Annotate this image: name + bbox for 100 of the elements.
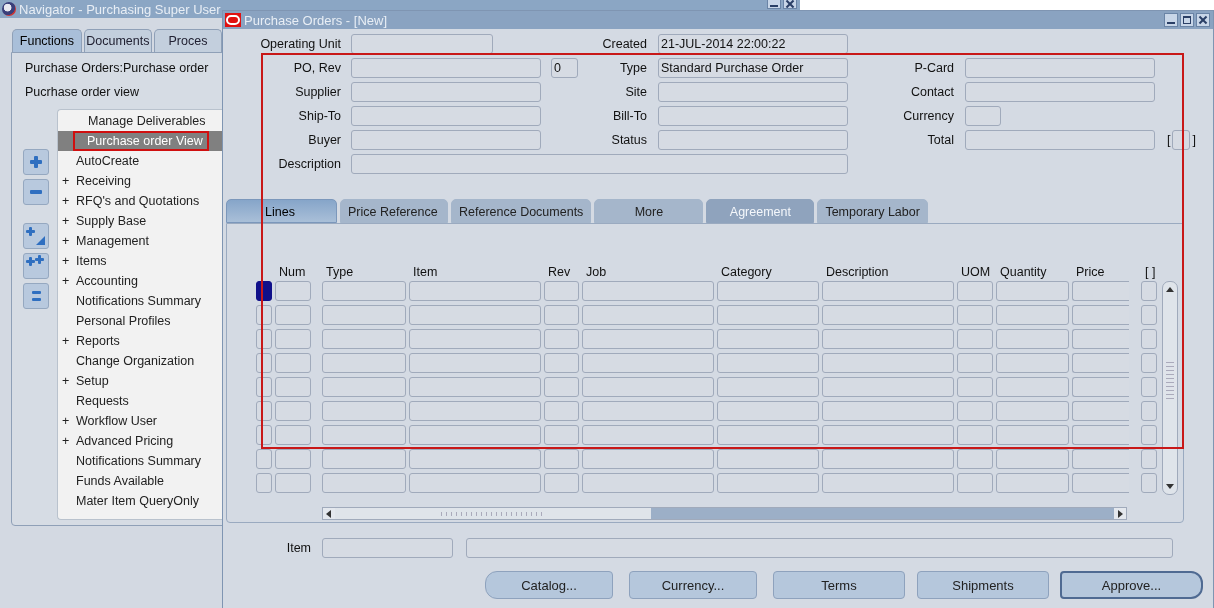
table-cell[interactable] [582,377,714,397]
input-field[interactable] [351,82,541,102]
table-cell[interactable] [409,329,541,349]
table-cell[interactable] [544,377,579,397]
table-cell[interactable] [322,425,406,445]
input-field[interactable] [351,130,541,150]
tree-item[interactable]: Purchase order View [58,131,222,151]
expand-marker[interactable]: + [58,274,74,288]
table-cell[interactable] [1141,353,1157,373]
tree-item[interactable]: + Supply Base [58,211,222,231]
table-cell[interactable] [717,401,819,421]
table-cell[interactable] [582,473,714,493]
table-cell[interactable] [957,401,993,421]
expand-marker[interactable]: + [58,234,74,248]
expand-marker[interactable]: + [58,194,74,208]
horizontal-scrollbar[interactable] [322,507,1127,520]
table-cell[interactable] [1072,401,1129,421]
table-cell[interactable] [1141,281,1157,301]
table-cell[interactable] [1141,329,1157,349]
table-cell[interactable] [544,329,579,349]
table-cell[interactable] [957,425,993,445]
tab[interactable]: More [594,199,704,223]
table-cell[interactable] [275,401,311,421]
table-cell[interactable] [582,353,714,373]
input-field[interactable] [658,130,848,150]
tree-item[interactable]: Notifications Summary [58,291,222,311]
table-cell[interactable] [996,305,1069,325]
table-cell[interactable] [822,449,954,469]
table-cell[interactable] [996,425,1069,445]
table-cell[interactable] [1141,401,1157,421]
table-cell[interactable] [717,377,819,397]
table-cell[interactable] [582,281,714,301]
table-cell[interactable] [582,329,714,349]
tab[interactable]: Documents [83,29,152,52]
table-cell[interactable] [822,305,954,325]
table-cell[interactable] [322,305,406,325]
table-cell[interactable] [1141,473,1157,493]
tree-item[interactable]: + RFQ's and Quotations [58,191,222,211]
table-cell[interactable] [996,353,1069,373]
table-cell[interactable] [1141,377,1157,397]
expand-marker[interactable]: + [58,334,74,348]
table-cell[interactable] [957,305,993,325]
table-cell[interactable] [822,425,954,445]
table-cell[interactable] [322,401,406,421]
table-cell[interactable] [1072,473,1129,493]
tree-item[interactable]: + Workflow User [58,411,222,431]
vertical-scrollbar[interactable] [1162,281,1178,495]
tree-item[interactable]: Funds Available [58,471,222,491]
tab[interactable]: Lines [226,199,337,223]
input-field[interactable] [322,538,453,558]
expand-marker[interactable]: + [58,174,74,188]
table-cell[interactable] [822,329,954,349]
table-cell[interactable] [996,281,1069,301]
table-cell[interactable] [1072,425,1129,445]
minimize-icon[interactable] [1164,13,1178,27]
table-cell[interactable] [1141,305,1157,325]
table-cell[interactable] [582,305,714,325]
table-cell[interactable] [582,449,714,469]
table-cell[interactable] [544,425,579,445]
double-plus-icon[interactable] [22,253,49,279]
table-cell[interactable] [717,329,819,349]
table-cell[interactable] [409,377,541,397]
table-cell[interactable] [822,281,954,301]
input-field[interactable] [965,130,1155,150]
table-cell[interactable] [322,353,406,373]
close-icon[interactable] [1196,13,1210,27]
close-icon[interactable] [783,0,797,9]
table-cell[interactable] [1072,281,1129,301]
tab[interactable]: Price Reference [340,199,448,223]
action-button[interactable]: Currency... [629,571,757,599]
plus-icon[interactable] [22,149,49,175]
tree-item[interactable]: Change Organization [58,351,222,371]
action-button[interactable]: Shipments [917,571,1049,599]
input-field[interactable] [965,106,1001,126]
table-cell[interactable] [275,305,311,325]
input-field[interactable] [965,58,1155,78]
table-cell[interactable] [322,329,406,349]
input-field[interactable] [351,58,541,78]
input-field[interactable] [351,106,541,126]
expand-marker[interactable]: + [58,254,74,268]
maximize-icon[interactable] [1180,13,1194,27]
table-cell[interactable] [409,281,541,301]
tree-item[interactable]: + Advanced Pricing [58,431,222,451]
tree-item[interactable]: + Reports [58,331,222,351]
table-cell[interactable] [822,473,954,493]
table-cell[interactable] [957,353,993,373]
tree-item[interactable]: Mater Item QueryOnly [58,491,222,511]
table-cell[interactable] [1141,449,1157,469]
table-cell[interactable] [275,281,311,301]
table-cell[interactable] [409,425,541,445]
table-cell[interactable] [544,449,579,469]
table-cell[interactable] [996,401,1069,421]
table-cell[interactable] [957,329,993,349]
table-cell[interactable] [322,449,406,469]
table-cell[interactable] [1141,425,1157,445]
input-field[interactable]: Standard Purchase Order [658,58,848,78]
table-cell[interactable] [544,353,579,373]
tree-item[interactable]: Notifications Summary [58,451,222,471]
table-cell[interactable] [409,401,541,421]
table-cell[interactable] [544,473,579,493]
